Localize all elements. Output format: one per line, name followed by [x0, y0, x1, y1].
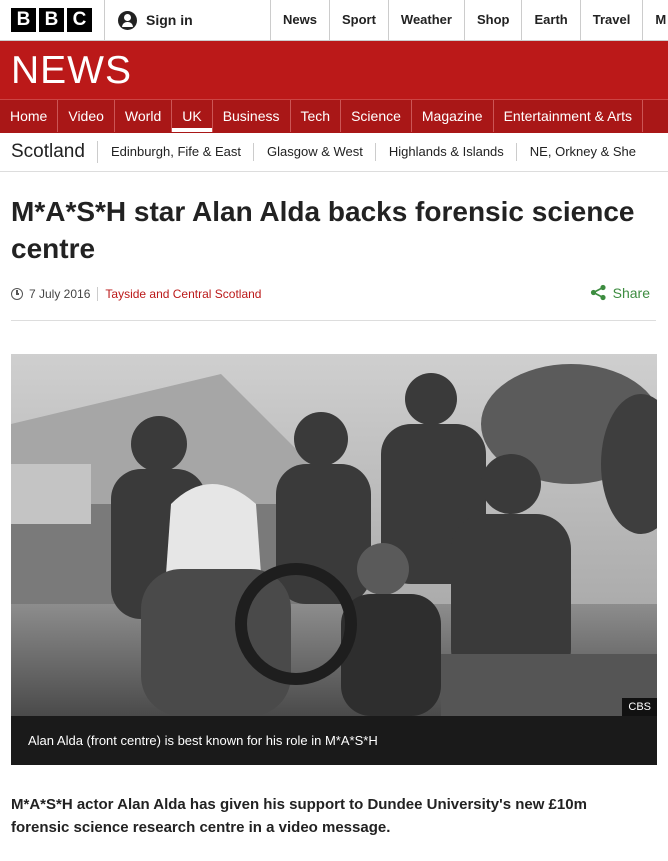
- top-navigation: News Sport Weather Shop Earth Travel M: [270, 0, 668, 40]
- article-intro: M*A*S*H actor Alan Alda has given his su…: [11, 796, 587, 836]
- section-nav-world[interactable]: World: [115, 100, 173, 132]
- article-image: CBS: [11, 354, 657, 716]
- signin-link[interactable]: Sign in: [118, 10, 193, 30]
- bbc-logo-letter: C: [67, 8, 92, 32]
- article-date: 7 July 2016: [29, 287, 99, 301]
- section-nav-home[interactable]: Home: [0, 100, 59, 132]
- section-nav-business[interactable]: Business: [213, 100, 291, 132]
- region-navigation: Scotland Edinburgh, Fife & East Glasgow …: [0, 133, 668, 172]
- top-nav-sport[interactable]: Sport: [328, 0, 388, 40]
- news-logo[interactable]: NEWS: [11, 49, 132, 93]
- bbc-logo[interactable]: B B C: [11, 8, 92, 32]
- signin-label: Sign in: [146, 12, 193, 28]
- region-nav-ne-orkney[interactable]: NE, Orkney & She: [517, 143, 648, 161]
- clock-icon: [11, 288, 23, 300]
- section-nav-entertainment-arts[interactable]: Entertainment & Arts: [494, 100, 643, 132]
- bbc-masthead: B B C Sign in News Sport Weather Shop Ea…: [0, 0, 668, 41]
- image-credit: CBS: [622, 698, 657, 716]
- mash-cast-photo: [11, 354, 657, 716]
- section-nav-uk[interactable]: UK: [172, 100, 213, 132]
- section-navigation: Home Video World UK Business Tech Scienc…: [0, 99, 668, 133]
- news-banner: NEWS: [0, 41, 668, 99]
- top-nav-earth[interactable]: Earth: [521, 0, 579, 40]
- share-icon: [590, 284, 606, 301]
- region-nav-glasgow[interactable]: Glasgow & West: [254, 143, 376, 161]
- region-title[interactable]: Scotland: [0, 141, 98, 163]
- share-label: Share: [612, 284, 650, 301]
- article-headline: M*A*S*H star Alan Alda backs forensic sc…: [11, 196, 635, 264]
- region-nav-edinburgh[interactable]: Edinburgh, Fife & East: [98, 143, 255, 161]
- top-nav-shop[interactable]: Shop: [463, 0, 522, 40]
- top-nav-news[interactable]: News: [270, 0, 329, 40]
- meta-divider: [11, 320, 656, 321]
- share-button[interactable]: Share: [590, 284, 650, 301]
- user-icon: [118, 10, 137, 30]
- top-nav-more[interactable]: M: [642, 0, 668, 40]
- section-nav-magazine[interactable]: Magazine: [412, 100, 494, 132]
- bbc-logo-letter: B: [39, 8, 64, 32]
- section-nav-science[interactable]: Science: [341, 100, 412, 132]
- region-nav-highlands[interactable]: Highlands & Islands: [376, 143, 517, 161]
- bbc-logo-letter: B: [11, 8, 36, 32]
- image-caption: Alan Alda (front centre) is best known f…: [11, 716, 657, 765]
- article-location-link[interactable]: Tayside and Central Scotland: [105, 287, 261, 301]
- section-nav-tech[interactable]: Tech: [291, 100, 342, 132]
- top-nav-travel[interactable]: Travel: [579, 0, 643, 40]
- image-caption-text: Alan Alda (front centre) is best known f…: [28, 733, 378, 748]
- top-nav-weather[interactable]: Weather: [387, 0, 464, 40]
- article-meta: 7 July 2016 Tayside and Central Scotland…: [11, 283, 656, 305]
- divider: [104, 0, 105, 40]
- section-nav-video[interactable]: Video: [58, 100, 115, 132]
